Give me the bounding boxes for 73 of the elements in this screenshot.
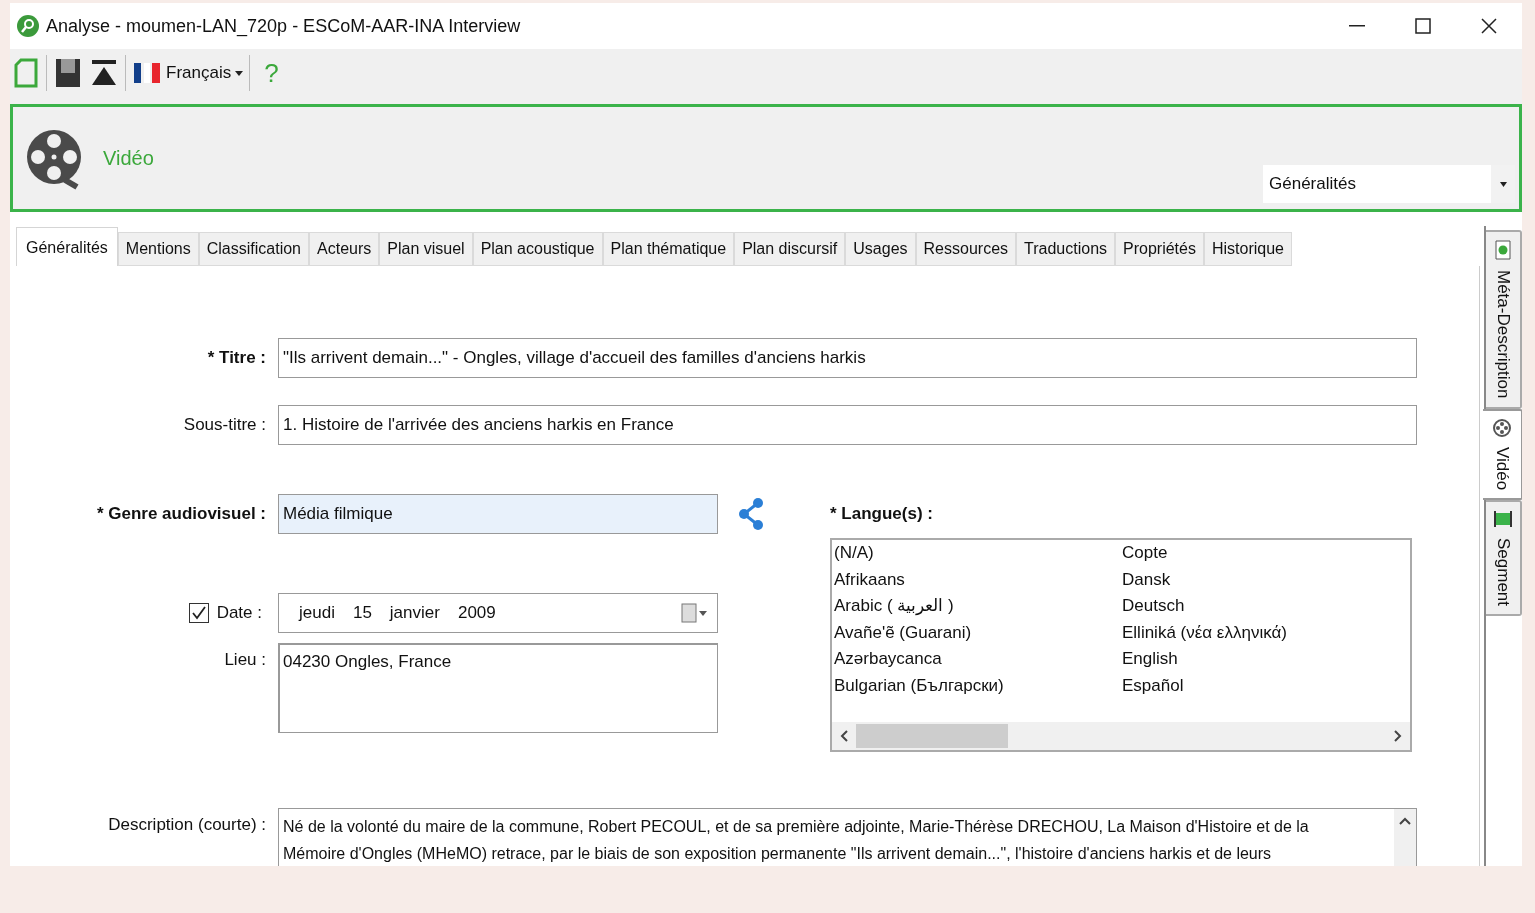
tab[interactable]: Plan thématique bbox=[602, 232, 735, 266]
caret-icon bbox=[235, 70, 244, 76]
document-icon bbox=[1495, 240, 1511, 260]
new-document-button[interactable] bbox=[12, 56, 40, 90]
genre-field[interactable]: Média filmique bbox=[278, 494, 718, 534]
view-select[interactable]: Généralités bbox=[1263, 165, 1515, 203]
title-field[interactable]: "Ils arrivent demain..." - Ongles, village d'accueil des familles d'anciens harkis bbox=[278, 338, 1417, 378]
description-text-line: Né de la volonté du maire de la commune, Robert PECOUL, et de sa première adjointe, Marie-Thérèse DRECHOU, La Maison d'Histoire et de la bbox=[283, 817, 1310, 837]
language-item[interactable]: Afrikaans bbox=[834, 566, 1122, 593]
film-reel-icon bbox=[1493, 418, 1511, 437]
french-flag-icon bbox=[132, 62, 162, 84]
header-title: Vidéo bbox=[103, 146, 154, 171]
tab[interactable]: Historique bbox=[1203, 232, 1292, 266]
tab[interactable]: Ressources bbox=[915, 232, 1017, 266]
field-label: Description (courte) : bbox=[107, 814, 266, 836]
language-item[interactable]: (N/A) bbox=[834, 540, 1122, 567]
field-label: * Langue(s) : bbox=[830, 503, 934, 526]
date-part[interactable]: jeudi bbox=[299, 600, 335, 626]
place-field[interactable]: 04230 Ongles, France bbox=[278, 643, 718, 733]
field-label: Date : bbox=[216, 602, 263, 625]
side-tab[interactable]: Vidéo bbox=[1483, 408, 1522, 500]
date-part[interactable]: 2009 bbox=[457, 600, 496, 626]
tab[interactable]: Plan acoustique bbox=[472, 232, 603, 266]
language-item[interactable]: Bulgarian (Български) bbox=[834, 672, 1122, 699]
caret-icon bbox=[1499, 181, 1507, 187]
horizontal-scrollbar[interactable] bbox=[832, 722, 1410, 750]
field-label: Sous-titre : bbox=[182, 414, 266, 437]
date-checkbox[interactable] bbox=[188, 603, 209, 623]
language-item[interactable]: Azərbaycanca bbox=[834, 646, 1122, 673]
tab[interactable]: Plan discursif bbox=[734, 232, 846, 266]
save-button[interactable] bbox=[53, 56, 83, 90]
tab[interactable]: Généralités bbox=[16, 227, 118, 267]
arrow-up-bar-icon bbox=[91, 59, 117, 87]
window-title: Analyse - moumen-LAN_720p - ESCoM-AAR-INA Interview bbox=[46, 14, 521, 39]
language-item[interactable]: Avañe'ẽ (Guarani) bbox=[834, 619, 1122, 646]
minimize-icon bbox=[1349, 25, 1365, 27]
side-tab[interactable]: Méta-Description bbox=[1486, 230, 1522, 409]
language-item[interactable]: Deutsch bbox=[1122, 593, 1410, 620]
date-picker[interactable]: jeudi 15 janvier 2009 bbox=[278, 593, 718, 633]
segment-icon bbox=[1493, 509, 1513, 528]
language-item[interactable]: Elliniká (νέα ελληνικά) bbox=[1122, 619, 1410, 646]
side-tab[interactable]: Segment bbox=[1486, 499, 1522, 616]
field-label: * Genre audiovisuel : bbox=[95, 503, 266, 526]
tab[interactable]: Plan visuel bbox=[379, 232, 473, 266]
language-item[interactable]: Arabic ( العربية ) bbox=[834, 593, 1122, 620]
language-item[interactable]: English bbox=[1122, 646, 1410, 673]
chevron-left-icon[interactable] bbox=[840, 730, 848, 742]
chevron-right-icon[interactable] bbox=[1394, 730, 1402, 742]
date-part[interactable]: 15 bbox=[352, 600, 372, 626]
field-label: * Titre : bbox=[206, 347, 266, 370]
calendar-icon bbox=[681, 603, 707, 623]
language-item[interactable]: Copte bbox=[1122, 540, 1410, 567]
language-dropdown[interactable]: Français bbox=[132, 60, 244, 86]
tab[interactable]: Classification bbox=[198, 232, 309, 266]
tab[interactable]: Acteurs bbox=[309, 232, 380, 266]
tab[interactable]: Mentions bbox=[117, 232, 199, 266]
app-logo-icon bbox=[16, 14, 40, 38]
document-icon bbox=[14, 58, 38, 88]
subtitle-field[interactable]: 1. Histoire de l'arrivée des anciens harkis en France bbox=[278, 405, 1417, 445]
tab[interactable]: Usages bbox=[845, 232, 916, 266]
maximize-icon bbox=[1415, 18, 1431, 34]
close-icon bbox=[1481, 18, 1497, 34]
description-text-line: Mémoire d'Ongles (MHeMO) retrace, par le biais de son exposition permanente "Ils arrivent demain...", l'histoire d'anciens harkis et de leurs bbox=[283, 844, 1273, 864]
language-item[interactable]: Español bbox=[1122, 672, 1410, 699]
chevron-up-icon[interactable] bbox=[1399, 817, 1411, 825]
description-field[interactable] bbox=[278, 808, 1417, 866]
tab[interactable]: Propriétés bbox=[1115, 232, 1204, 266]
scrollbar-thumb[interactable] bbox=[856, 724, 1008, 748]
language-item[interactable]: Dansk bbox=[1122, 566, 1410, 593]
share-icon[interactable] bbox=[738, 498, 764, 530]
field-label: Lieu : bbox=[223, 649, 266, 671]
date-part[interactable]: janvier bbox=[389, 600, 440, 626]
tab[interactable]: Traductions bbox=[1016, 232, 1116, 266]
